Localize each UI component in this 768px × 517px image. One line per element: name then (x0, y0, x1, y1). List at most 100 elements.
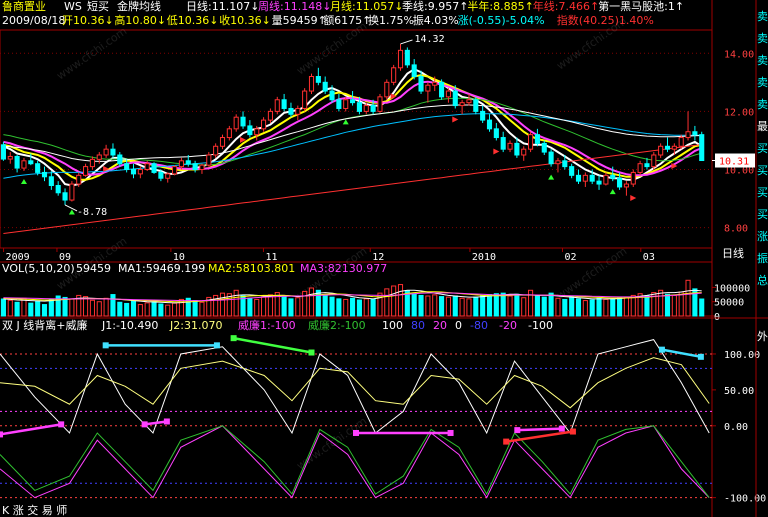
ohlc-item-2: 低10.36↓ (167, 14, 219, 27)
volume-bar (336, 298, 342, 317)
volume-bar (432, 294, 438, 317)
extra-item-4: 涨(-0.55)-5.04% (458, 14, 545, 27)
divergence-marker (163, 418, 170, 425)
volume-bar (219, 292, 226, 317)
level-item-1: 80 (411, 319, 425, 332)
volume-bar (555, 297, 561, 317)
candle-down (158, 171, 164, 179)
candle-up (295, 107, 301, 115)
candle-down (514, 142, 520, 156)
annotation-max: 14.32 (415, 34, 445, 45)
right-strip-char-7: 买 (757, 164, 768, 177)
price-tick-label: 8.00 (724, 224, 748, 235)
volume-bar (302, 290, 308, 317)
volume-bar (548, 292, 554, 317)
candle-up (685, 131, 691, 139)
volume-bar (678, 291, 684, 317)
candle-up (363, 105, 369, 112)
right-strip-char-1: 卖 (757, 32, 768, 45)
quote-extra: 量59459↑额6175↑换1.75%振4.03%涨(-0.55)-5.04% 指… (272, 13, 654, 27)
volume-bar (69, 298, 75, 317)
volume-bar (267, 294, 273, 317)
candle-up (343, 99, 349, 109)
volume-bar (500, 292, 506, 317)
volume-bar (644, 295, 650, 317)
candle-up (637, 163, 643, 173)
volume-bar (664, 293, 671, 317)
ohlc-item-0: 开10.36↓ (62, 14, 114, 27)
volume-bar (425, 295, 431, 317)
candle-down (247, 125, 253, 136)
candle-down (110, 148, 116, 156)
volume-bar (493, 293, 499, 317)
divergence-marker (308, 349, 315, 356)
volume-bar (315, 289, 321, 317)
volume-bar (575, 298, 582, 317)
candle-down (124, 163, 130, 171)
candle-up (76, 174, 82, 185)
candle-up (445, 90, 451, 98)
ma-item-2: 月线:11.057↓ (330, 0, 403, 13)
volume-bar (254, 298, 260, 317)
candle-down (610, 174, 616, 179)
volume-bar (295, 297, 301, 317)
period-label[interactable]: 日线 (722, 246, 744, 260)
volume-bar (658, 289, 664, 317)
volume-bar (247, 297, 253, 317)
candle-down (548, 151, 554, 165)
candle-down (486, 119, 493, 130)
candle-down (130, 169, 137, 175)
volume-bar (582, 300, 588, 317)
annotation-min: -8.78 (77, 207, 107, 218)
volume-bar (28, 302, 34, 317)
candle-down (281, 99, 287, 109)
candle-down (14, 155, 20, 169)
candle-up (254, 128, 260, 136)
indicator-title: 双 J 线背离+威廉 (2, 318, 87, 332)
candle-down (62, 192, 68, 201)
volume-bar (596, 297, 602, 317)
divergence-marker (447, 429, 454, 436)
price-tick-label: 14.00 (724, 49, 754, 60)
candle-up (83, 166, 89, 176)
candle-up (144, 163, 150, 171)
candle-down (35, 163, 41, 173)
candle-down (151, 163, 157, 173)
volume-bar (110, 294, 116, 317)
candle-down (493, 128, 499, 139)
volume-bar (165, 304, 171, 317)
volume-bar (124, 302, 130, 317)
volume-bar (617, 297, 623, 317)
volume-bar (0, 298, 6, 317)
volume-bar (281, 295, 287, 317)
divergence-marker (658, 346, 665, 353)
volume-bar (466, 298, 472, 317)
volume-bar (62, 296, 68, 317)
divergence-marker (353, 429, 359, 436)
extra-item-0: 量59459↑ (272, 14, 327, 27)
candle-down (562, 160, 568, 168)
candle-down (575, 174, 582, 182)
volume-bar (7, 299, 13, 317)
divergence-marker (58, 421, 65, 428)
candle-up (425, 84, 431, 92)
candle-up (528, 134, 534, 150)
volume-bar (445, 296, 451, 317)
candle-down (404, 49, 410, 66)
candle-down (664, 145, 671, 150)
indicator-wr1: 威廉1:-100 (238, 318, 296, 332)
ohlc-item-3: 收10.36↓ (219, 13, 271, 27)
volume-bar (507, 295, 513, 317)
volume-bar (562, 298, 568, 317)
volume-bar (117, 301, 123, 317)
extra-item-2: 换1.75% (368, 13, 414, 27)
volume-value: 59459 (76, 262, 111, 275)
volume-bar (35, 300, 41, 317)
candle-down (315, 76, 321, 83)
volume-bar (96, 301, 102, 317)
volume-bar (350, 297, 356, 317)
indicator-tick-label: 0.00 (724, 422, 748, 433)
level-item-5: -20 (499, 319, 517, 332)
candle-down (418, 76, 424, 92)
price-tick-label: 12.00 (724, 107, 754, 118)
